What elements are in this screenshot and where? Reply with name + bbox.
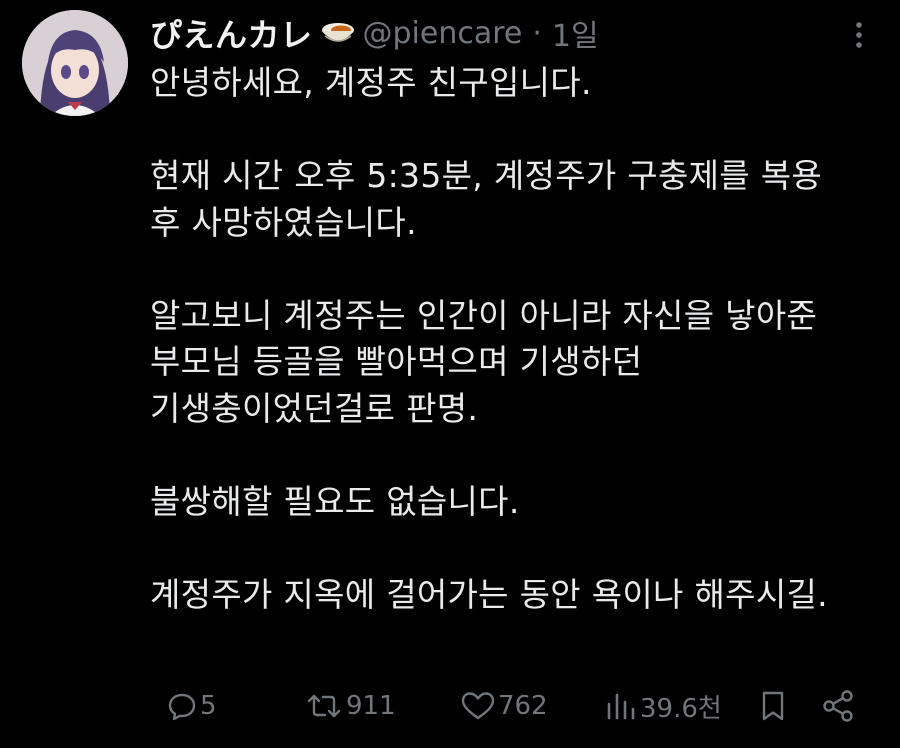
- share-icon: [820, 689, 856, 723]
- post-line: 부모님 등골을 빨아먹으며 기생하던: [150, 342, 643, 381]
- bookmark-icon: [758, 689, 788, 723]
- repost-icon: [304, 690, 344, 722]
- views-count: 39.6천: [640, 693, 722, 724]
- reply-count: 5: [200, 691, 217, 721]
- post-line: 계정주가 지옥에 걸어가는 동안 욕이나 해주시길.: [150, 574, 828, 614]
- repost-count: 911: [346, 691, 396, 721]
- post-line: 후 사망하였습니다.: [150, 202, 417, 242]
- like-count: 762: [498, 691, 548, 721]
- repost-button[interactable]: 911: [302, 676, 396, 736]
- like-button[interactable]: 762: [458, 676, 548, 736]
- post-line: 불쌍해할 필요도 없습니다.: [150, 481, 520, 521]
- post-line: 안녕하세요, 계정주 친구입니다.: [150, 63, 592, 102]
- curry-rice-icon: [319, 18, 357, 48]
- reply-icon: [166, 690, 198, 722]
- post-header: ぴえんカレ @piencare · 1일: [150, 6, 599, 60]
- bookmark-button[interactable]: [756, 676, 788, 736]
- post-line: 기생충이었던걸로 판명.: [150, 388, 479, 428]
- avatar[interactable]: [22, 10, 128, 116]
- display-name[interactable]: ぴえんカレ: [150, 10, 313, 56]
- post-body: 안녕하세요, 계정주 친구입니다. 현재 시간 오후 5:35분, 계정주가 구…: [150, 60, 880, 618]
- post-time[interactable]: 1일: [552, 11, 599, 55]
- action-bar: 5 911 762 39.6천: [150, 676, 885, 736]
- user-handle[interactable]: @piencare: [363, 16, 523, 51]
- post-line: 현재 시간 오후 5:35분, 계정주가 구충제를 복용: [150, 156, 823, 195]
- views-icon: [604, 690, 638, 722]
- more-icon[interactable]: [842, 18, 876, 52]
- separator-dot: ·: [532, 15, 542, 51]
- share-button[interactable]: [818, 676, 856, 736]
- views-button[interactable]: 39.6천: [602, 676, 722, 736]
- post-line: 알고보니 계정주는 인간이 아니라 자신을 낳아준: [150, 295, 818, 335]
- heart-icon: [460, 690, 496, 722]
- avatar-image: [22, 10, 128, 116]
- reply-button[interactable]: 5: [164, 676, 217, 736]
